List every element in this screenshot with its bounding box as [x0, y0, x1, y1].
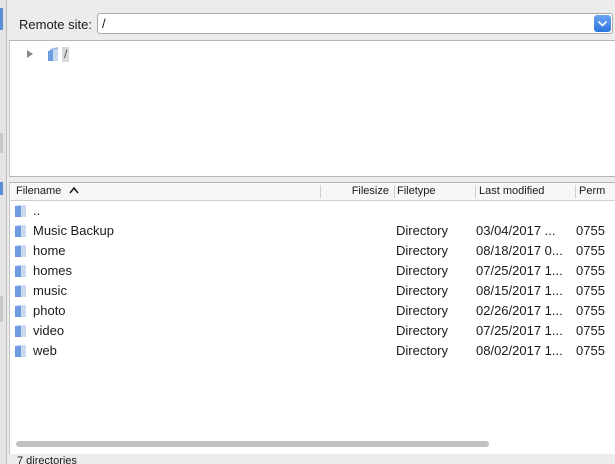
- file-list-row[interactable]: music Directory 08/15/2017 1... 0755: [10, 281, 615, 301]
- remote-site-panel: Remote site: / / Filename Filesize Filet…: [0, 0, 615, 464]
- remote-site-label: Remote site:: [19, 16, 92, 32]
- file-name: ..: [33, 203, 41, 218]
- file-size: [321, 261, 392, 281]
- file-name: video: [33, 323, 65, 338]
- remote-directory-tree[interactable]: /: [9, 40, 615, 177]
- column-header-last-modified[interactable]: Last modified: [479, 183, 574, 200]
- column-header-filesize[interactable]: Filesize: [321, 183, 392, 200]
- file-size: [321, 301, 392, 321]
- file-permissions: 0755: [576, 343, 605, 358]
- file-list-row[interactable]: homes Directory 07/25/2017 1... 0755: [10, 261, 615, 281]
- column-header-permissions-label: Perm: [579, 185, 606, 197]
- column-divider[interactable]: [475, 185, 476, 198]
- file-type: Directory: [396, 303, 449, 318]
- column-header-filename-label: Filename: [16, 185, 62, 197]
- column-header-permissions[interactable]: Perm: [579, 183, 615, 200]
- file-permissions: 0755: [576, 243, 605, 258]
- file-last-modified: 08/18/2017 0...: [476, 243, 563, 258]
- file-size: [321, 201, 392, 221]
- file-last-modified: 07/25/2017 1...: [476, 323, 563, 338]
- file-last-modified: 08/15/2017 1...: [476, 283, 563, 298]
- file-list-row[interactable]: photo Directory 02/26/2017 1... 0755: [10, 301, 615, 321]
- file-list-row[interactable]: video Directory 07/25/2017 1... 0755: [10, 321, 615, 341]
- file-permissions: 0755: [576, 303, 605, 318]
- file-permissions: 0755: [576, 223, 605, 238]
- file-last-modified: 03/04/2017 ...: [476, 223, 556, 238]
- column-divider[interactable]: [575, 185, 576, 198]
- file-name: photo: [33, 303, 66, 318]
- adjacent-pane-scroll-indicator: [0, 133, 3, 153]
- file-name: web: [33, 343, 57, 358]
- file-type: Directory: [396, 323, 449, 338]
- adjacent-pane-accent: [0, 8, 3, 30]
- remote-site-bar: Remote site: /: [9, 7, 615, 41]
- remote-site-path-combobox[interactable]: /: [97, 13, 613, 34]
- column-header-filetype-label: Filetype: [397, 185, 436, 197]
- file-size: [321, 341, 392, 361]
- folder-icon: [15, 265, 26, 277]
- file-last-modified: 07/25/2017 1...: [476, 263, 563, 278]
- file-name: homes: [33, 263, 73, 278]
- chevron-down-icon[interactable]: [594, 15, 611, 32]
- horizontal-scrollbar[interactable]: [16, 441, 489, 447]
- adjacent-pane-header-accent: [0, 182, 3, 195]
- file-type: Directory: [396, 223, 449, 238]
- tree-node-label: /: [62, 46, 70, 62]
- file-name: home: [33, 243, 66, 258]
- file-size: [321, 321, 392, 341]
- column-header-last-modified-label: Last modified: [479, 185, 545, 197]
- file-type: [396, 201, 474, 221]
- remote-pane: Remote site: / / Filename Filesize Filet…: [9, 0, 615, 464]
- folder-icon: [15, 245, 26, 257]
- column-header-filename[interactable]: Filename: [16, 183, 321, 200]
- column-divider[interactable]: [394, 185, 395, 198]
- file-size: [321, 241, 392, 261]
- tree-node-root[interactable]: /: [25, 45, 70, 63]
- file-permissions: 0755: [576, 263, 605, 278]
- file-name: Music Backup: [33, 223, 114, 238]
- file-last-modified: 02/26/2017 1...: [476, 303, 563, 318]
- remote-file-list[interactable]: Filename Filesize Filetype Last modified: [9, 182, 615, 454]
- folder-icon: [15, 325, 26, 337]
- folder-icon: [15, 345, 26, 357]
- file-list-row[interactable]: ..: [10, 201, 615, 221]
- folder-icon: [15, 205, 26, 217]
- file-list-row[interactable]: Music Backup Directory 03/04/2017 ... 0755: [10, 221, 615, 241]
- file-size: [321, 221, 392, 241]
- file-type: Directory: [396, 343, 449, 358]
- folder-icon: [15, 305, 26, 317]
- file-name: music: [33, 283, 67, 298]
- status-text: 7 directories: [17, 455, 77, 464]
- file-type: Directory: [396, 243, 449, 258]
- file-permissions: 0755: [576, 323, 605, 338]
- file-permissions: [576, 201, 615, 221]
- file-last-modified: 08/02/2017 1...: [476, 343, 563, 358]
- disclosure-triangle-icon[interactable]: [25, 49, 35, 59]
- column-header-filetype[interactable]: Filetype: [397, 183, 473, 200]
- file-size: [321, 281, 392, 301]
- file-list-row[interactable]: home Directory 08/18/2017 0... 0755: [10, 241, 615, 261]
- file-permissions: 0755: [576, 283, 605, 298]
- status-bar: 7 directories: [9, 454, 615, 464]
- sort-ascending-icon: [69, 186, 79, 194]
- column-header-filesize-label: Filesize: [351, 185, 389, 197]
- file-list-row[interactable]: web Directory 08/02/2017 1... 0755: [10, 341, 615, 361]
- file-type: Directory: [396, 283, 449, 298]
- file-list-header: Filename Filesize Filetype Last modified: [10, 183, 615, 201]
- adjacent-pane-scroll-indicator-lower: [0, 296, 3, 322]
- file-type: Directory: [396, 263, 449, 278]
- folder-icon: [15, 285, 26, 297]
- folder-icon: [48, 47, 58, 61]
- adjacent-pane-edge: [0, 0, 7, 464]
- folder-icon: [15, 225, 26, 237]
- remote-site-path-input[interactable]: /: [98, 16, 594, 31]
- file-last-modified: [476, 201, 573, 221]
